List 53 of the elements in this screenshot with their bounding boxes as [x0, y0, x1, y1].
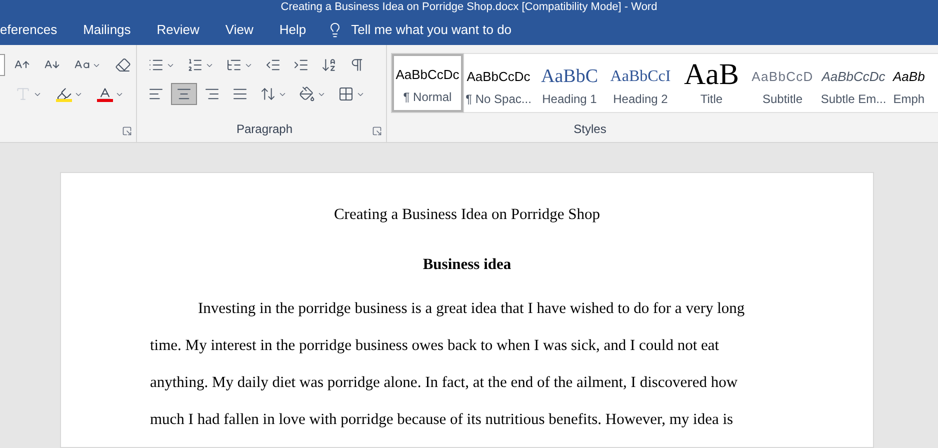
style-name: ¶ No Spac... [466, 91, 532, 108]
tell-me-field[interactable]: Tell me what you want to do [327, 14, 512, 45]
increase-indent-icon [293, 57, 309, 73]
style-name: ¶ Normal [403, 89, 452, 106]
style-preview: AaB [684, 60, 739, 90]
shading-icon [299, 86, 315, 102]
style-preview: AaBbCcDc [822, 68, 886, 86]
style-item[interactable]: AaBbCcI Heading 2 [605, 54, 676, 112]
style-preview: AaBb [893, 68, 925, 86]
ribbon-tab[interactable]: eferences [0, 14, 70, 45]
style-item[interactable]: AaBbCcDc Subtle Em... [818, 54, 889, 112]
style-preview: AaBbCcDc [466, 68, 530, 86]
multilevel-list-icon [226, 57, 242, 73]
style-item[interactable]: AaBb Emph [889, 54, 929, 112]
style-name: Heading 2 [613, 91, 668, 108]
style-item[interactable]: AaBbCcDc ¶ No Spac... [463, 54, 534, 112]
sort-icon [321, 57, 337, 73]
align-right-icon [204, 86, 220, 102]
align-center-button[interactable] [171, 83, 197, 105]
style-item[interactable]: AaBbCcD Subtitle [747, 54, 818, 112]
ribbon-tab[interactable]: Mailings [70, 14, 144, 45]
dialog-launcher-icon[interactable] [372, 126, 382, 136]
line-spacing-icon [260, 86, 276, 102]
group-label: Paragraph [236, 121, 293, 138]
ribbon-tab[interactable]: Review [144, 14, 212, 45]
decrease-indent-icon [265, 57, 281, 73]
style-item[interactable]: AaBbCcDc ¶ Normal [392, 54, 463, 112]
numbering-icon [187, 57, 203, 73]
style-name: Title [700, 91, 723, 108]
style-item[interactable]: AaBbC Heading 1 [534, 54, 605, 112]
ribbon-tab[interactable]: Help [266, 14, 320, 45]
body-paragraph: Investing in the porridge business is a great idea that I have wished to do for a very long time. My interest in the porridge business owes back to when I was sick, and I could not eat anything. My daily diet was porridge alone. In fact, at the end of the ailment, I discovered how much I had fallen in love with porridge because of its nutritious benefits. However, my idea is [150, 299, 746, 430]
justify-icon [232, 86, 248, 102]
style-name: Subtitle [762, 91, 803, 108]
ribbon-tab[interactable]: View [212, 14, 266, 45]
align-center-icon [176, 86, 192, 102]
style-name: Emph [893, 91, 925, 108]
pilcrow-icon [349, 57, 365, 73]
align-left-icon [148, 86, 164, 102]
style-preview: AaBbCcDc [396, 66, 460, 84]
style-item[interactable]: AaB Title [676, 54, 747, 112]
style-preview: AaBbCcI [610, 67, 671, 87]
section-heading: Business idea [422, 255, 512, 275]
font-size-field[interactable] [0, 54, 5, 76]
dialog-launcher-icon[interactable] [122, 126, 132, 136]
borders-icon [338, 86, 354, 102]
document-title: Creating a Business Idea on Porridge Shop [334, 205, 600, 225]
group-label: Styles [574, 121, 606, 138]
style-name: Subtle Em... [820, 91, 886, 108]
window-title: Creating a Business Idea on Porridge Shop.docx [Compatibility Mode] - Word [280, 1, 658, 14]
style-preview: AaBbCcD [752, 68, 814, 86]
style-name: Heading 1 [542, 91, 597, 108]
style-preview: AaBbC [541, 65, 598, 89]
